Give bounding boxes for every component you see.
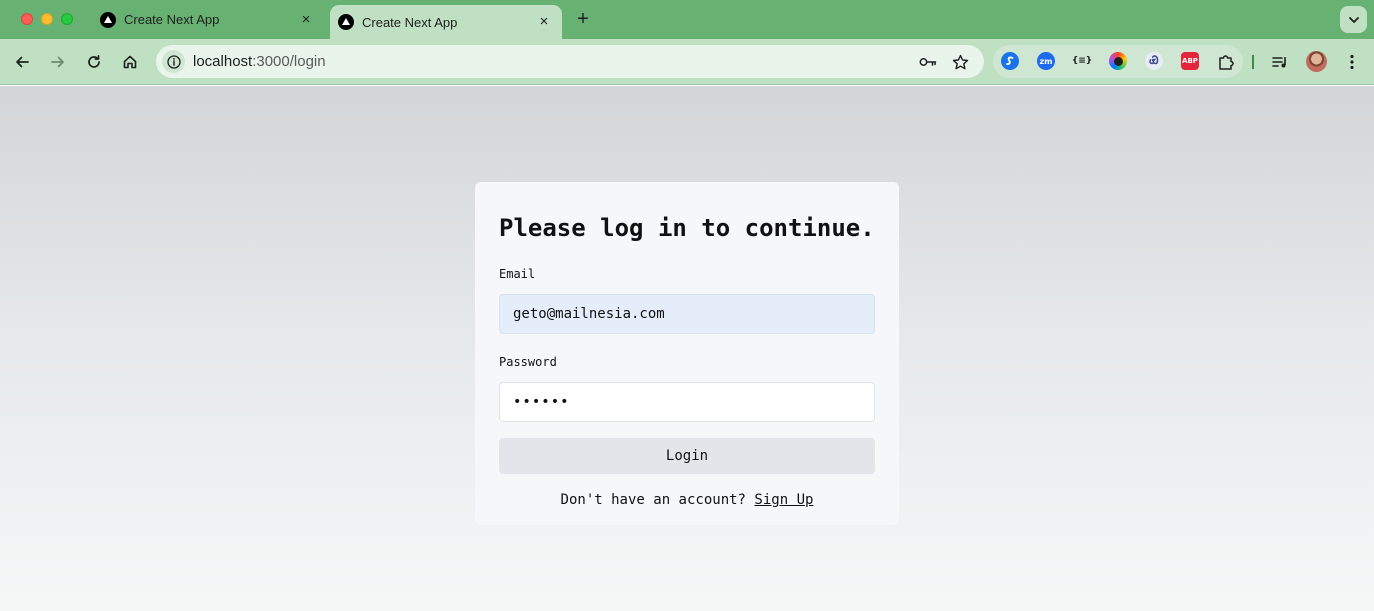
login-button[interactable]: Login [499, 438, 875, 474]
key-icon [919, 58, 937, 66]
browser-menu-button[interactable] [1341, 51, 1363, 73]
reload-button[interactable] [83, 51, 105, 73]
puzzle-icon [1219, 55, 1234, 70]
json-extension-icon[interactable]: {≡} [1072, 52, 1092, 70]
nextjs-favicon-icon [100, 11, 116, 28]
email-field[interactable] [499, 294, 875, 334]
forward-button[interactable] [47, 51, 69, 73]
tab-title: Create Next App [124, 12, 220, 27]
extensions-menu-button[interactable] [1215, 51, 1237, 73]
bookmark-star-button[interactable] [949, 51, 971, 73]
signup-prompt: Don't have an account? Sign Up [475, 492, 899, 508]
arrow-right-icon [51, 56, 64, 68]
tab-title: Create Next App [362, 14, 458, 30]
password-key-button[interactable] [917, 51, 939, 73]
home-icon [123, 55, 137, 69]
chevron-down-icon [1348, 16, 1359, 23]
browser-toolbar: localhost:3000/login zm {≡} Ꮿ ABP 2 [0, 39, 1374, 114]
window-minimize-button[interactable] [41, 13, 53, 25]
password-field[interactable] [499, 382, 875, 422]
email-label: Email [499, 267, 536, 281]
window-maximize-button[interactable] [61, 13, 73, 25]
page-viewport: Please log in to continue. Email Passwor… [0, 86, 1374, 611]
tab-close-icon[interactable]: × [536, 14, 552, 30]
home-button[interactable] [119, 51, 141, 73]
star-icon [952, 54, 968, 69]
kebab-menu-icon [1350, 54, 1354, 70]
tab-strip: Create Next App × Create Next App × + [0, 0, 1374, 39]
color-wheel-extension-icon[interactable] [1109, 52, 1127, 70]
s-extension-icon[interactable] [1001, 52, 1019, 70]
signup-prompt-text: Don't have an account? [560, 492, 746, 508]
reload-icon [88, 54, 100, 68]
arrow-left-icon [16, 56, 29, 68]
password-label: Password [499, 355, 557, 369]
playlist-icon [1272, 57, 1286, 68]
url-path: :3000/login [252, 53, 326, 70]
tab-close-icon[interactable]: × [298, 11, 314, 28]
color-wheel-center [1113, 56, 1123, 66]
tab-search-button[interactable] [1340, 6, 1367, 33]
login-heading: Please log in to continue. [499, 214, 875, 242]
window-close-button[interactable] [21, 13, 33, 25]
eye-extension-icon[interactable]: Ꮿ [1145, 52, 1163, 70]
url-text: localhost:3000/login [193, 53, 326, 70]
tab-active[interactable]: Create Next App × [330, 5, 562, 39]
media-controls-button[interactable] [1269, 51, 1291, 73]
tab-inactive[interactable]: Create Next App × [88, 0, 324, 39]
url-host: localhost [193, 53, 253, 70]
zm-extension-icon[interactable]: zm [1037, 52, 1055, 70]
address-bar[interactable]: localhost:3000/login [156, 45, 984, 78]
new-tab-button[interactable]: + [572, 8, 594, 30]
back-button[interactable] [11, 51, 33, 73]
toolbar-divider [1252, 55, 1254, 69]
signup-link[interactable]: Sign Up [754, 492, 813, 508]
s-logo-icon [1006, 56, 1014, 65]
login-card: Please log in to continue. Email Passwor… [475, 182, 899, 525]
info-icon [166, 54, 181, 69]
profile-avatar[interactable] [1306, 51, 1327, 72]
nextjs-favicon-icon [338, 14, 354, 30]
site-info-button[interactable] [162, 50, 185, 73]
adblock-extension-icon[interactable]: ABP [1181, 52, 1199, 70]
